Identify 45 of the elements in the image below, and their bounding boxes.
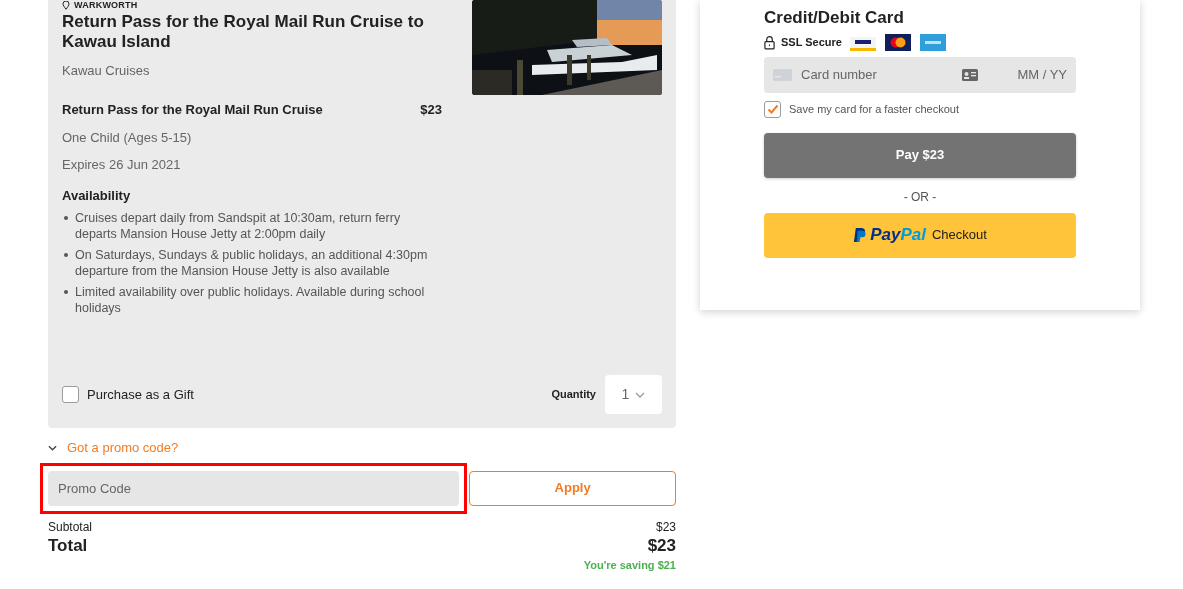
card-field[interactable]: Card number MM / YY bbox=[764, 56, 1076, 93]
total-amount: $23 bbox=[647, 535, 676, 556]
pay-button[interactable]: Pay $23 bbox=[764, 132, 1076, 178]
checkout-label: Checkout bbox=[931, 226, 987, 245]
chevron-down-icon bbox=[635, 391, 646, 398]
checkmark-icon bbox=[766, 103, 779, 115]
mastercard-icon bbox=[884, 33, 911, 51]
gift-label: Purchase as a Gift bbox=[87, 385, 194, 404]
or-divider-text: - OR - bbox=[903, 188, 937, 206]
payment-title: Credit/Debit Card bbox=[764, 7, 905, 29]
product-title: Return Pass for the Royal Mail Run Cruise to Kawau Island bbox=[62, 12, 425, 52]
total-label: Total bbox=[48, 535, 88, 556]
promo-toggle[interactable]: Got a promo code? bbox=[48, 438, 676, 458]
apply-button[interactable]: Apply bbox=[469, 470, 676, 506]
option-price: $23 bbox=[420, 101, 442, 119]
paypal-logo: PayPal bbox=[870, 224, 926, 247]
operator-name: Kawau Cruises bbox=[62, 62, 151, 80]
expiry-date: Expires 26 Jun 2021 bbox=[62, 156, 182, 174]
amex-card-icon bbox=[919, 33, 946, 51]
promo-code-field[interactable]: Promo Code bbox=[48, 470, 460, 506]
ticket-type: One Child (Ages 5-15) bbox=[62, 128, 193, 147]
bullet-icon bbox=[64, 253, 68, 257]
quantity-label: Quantity bbox=[551, 387, 596, 403]
checkbox[interactable] bbox=[764, 100, 781, 118]
save-card-label: Save my card for a faster checkout bbox=[789, 101, 959, 117]
subtotal-label: Subtotal bbox=[48, 518, 93, 536]
bullet-icon bbox=[64, 216, 68, 220]
location-label: WARKWORTH bbox=[74, 0, 138, 10]
availability-note: Limited availability over public holidays. Available during school holidays bbox=[75, 284, 426, 316]
padlock-icon bbox=[764, 34, 775, 50]
availability-note: Cruises depart daily from Sandspit at 10:30am, return ferry departs Mansion House Jetty at 2:00pm daily bbox=[75, 210, 402, 242]
ssl-secure-label: SSL Secure bbox=[781, 34, 842, 50]
id-card-icon bbox=[962, 68, 979, 81]
location-pin-icon bbox=[62, 0, 70, 10]
savings-note: You're saving $21 bbox=[583, 557, 676, 573]
paypal-checkout-button[interactable]: PayPal Checkout bbox=[764, 212, 1076, 258]
paypal-icon bbox=[853, 227, 867, 243]
subtotal-amount: $23 bbox=[655, 518, 676, 536]
availability-heading: Availability bbox=[62, 186, 132, 205]
option-name: Return Pass for the Royal Mail Run Cruise bbox=[62, 101, 323, 119]
availability-note: On Saturdays, Sundays & public holidays, an additional 4:30pm departure from the Mansion House Jetty is also available bbox=[75, 247, 429, 279]
quantity-select[interactable]: 1 bbox=[605, 375, 662, 414]
expiry-placeholder: MM / YY bbox=[1017, 65, 1067, 84]
checkbox[interactable] bbox=[62, 386, 79, 403]
bullet-icon bbox=[64, 290, 68, 294]
